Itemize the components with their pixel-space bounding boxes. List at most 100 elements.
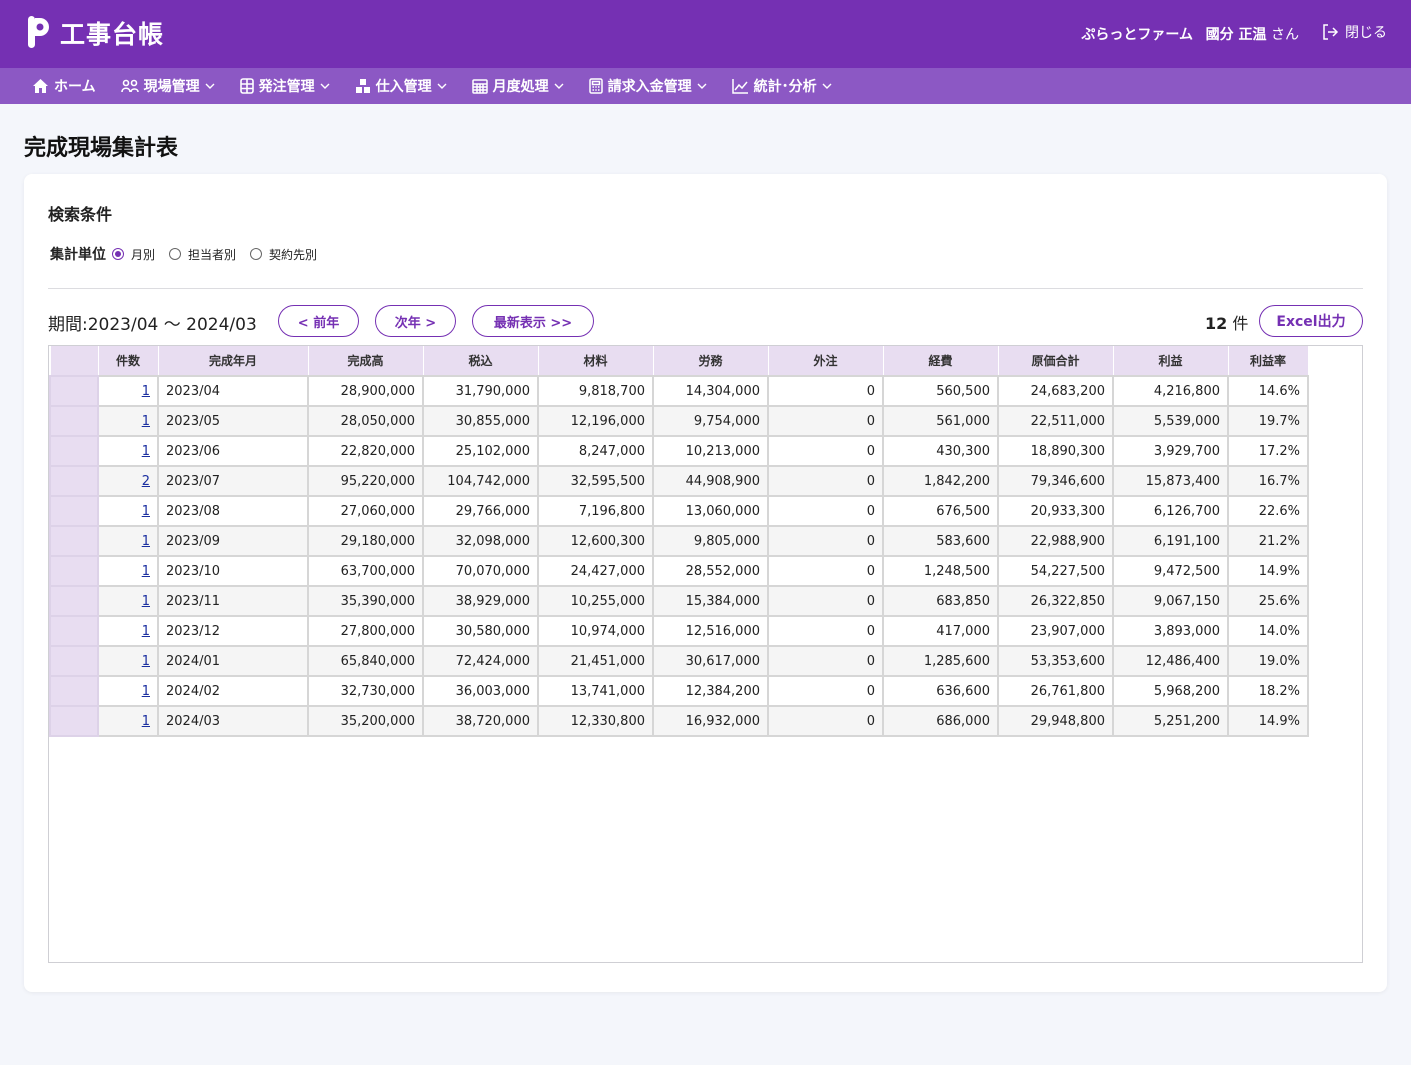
cell-completion-month: 2024/02 — [157, 675, 309, 707]
cell-total-cost: 29,948,800 — [997, 705, 1114, 737]
main-nav: ホーム 現場管理 発注管理 仕入管理 月度処理 請求入金管理 統計･分析 — [0, 68, 1411, 104]
header-completed-amount[interactable]: 完成高 — [307, 346, 424, 377]
table-row: 1 2024/01 65,840,000 72,424,000 21,451,000 30… — [49, 645, 1309, 677]
cell-materials: 12,196,000 — [537, 405, 654, 437]
row-stub-cell — [49, 405, 99, 437]
cell-materials: 32,595,500 — [537, 465, 654, 497]
page-title: 完成現場集計表 — [24, 136, 179, 161]
nav-item-site-management[interactable]: 現場管理 — [120, 76, 215, 96]
radio-by-person[interactable]: 担当者別 — [169, 246, 236, 263]
count-link[interactable]: 1 — [142, 534, 150, 549]
header-completion-month[interactable]: 完成年月 — [157, 346, 309, 377]
cell-total-cost: 20,933,300 — [997, 495, 1114, 527]
cell-expenses: 1,842,200 — [882, 465, 999, 497]
header-labor[interactable]: 労務 — [652, 346, 769, 377]
cell-labor: 9,805,000 — [652, 525, 769, 557]
header-tax-included[interactable]: 税込 — [422, 346, 539, 377]
radio-monthly[interactable]: 月別 — [112, 246, 155, 263]
cell-materials: 9,818,700 — [537, 375, 654, 407]
cell-completion-month: 2023/11 — [157, 585, 309, 617]
nav-item-home[interactable]: ホーム — [32, 76, 96, 96]
cell-expenses: 561,000 — [882, 405, 999, 437]
cell-tax-included: 31,790,000 — [422, 375, 539, 407]
count-link[interactable]: 1 — [142, 714, 150, 729]
cell-profit-rate: 14.6% — [1227, 375, 1309, 407]
count-link[interactable]: 2 — [142, 474, 150, 489]
radio-circle[interactable] — [169, 248, 182, 260]
radio-circle[interactable] — [250, 248, 263, 260]
header-profit[interactable]: 利益 — [1112, 346, 1229, 377]
cell-profit-rate: 16.7% — [1227, 465, 1309, 497]
count-link[interactable]: 1 — [142, 414, 150, 429]
nav-item-order-management[interactable]: 発注管理 — [239, 76, 330, 96]
count-link[interactable]: 1 — [142, 594, 150, 609]
header-outsourcing[interactable]: 外注 — [767, 346, 884, 377]
cell-labor: 44,908,900 — [652, 465, 769, 497]
latest-view-button[interactable]: 最新表示 >> — [472, 305, 594, 337]
cell-outsourcing: 0 — [767, 465, 884, 497]
cell-count: 1 — [97, 675, 159, 707]
header-total-cost[interactable]: 原価合計 — [997, 346, 1114, 377]
header-count[interactable]: 件数 — [97, 346, 159, 377]
cell-completion-month: 2023/04 — [157, 375, 309, 407]
count-link[interactable]: 1 — [142, 654, 150, 669]
cell-profit-rate: 22.6% — [1227, 495, 1309, 527]
table-row: 1 2024/03 35,200,000 38,720,000 12,330,800 16… — [49, 705, 1309, 737]
nav-label: 月度処理 — [492, 79, 549, 95]
results-table: 件数 完成年月 完成高 税込 材料 労務 外注 経費 原価合計 利益 利益率 1… — [49, 346, 1309, 737]
cell-expenses: 417,000 — [882, 615, 999, 647]
count-link[interactable]: 1 — [142, 684, 150, 699]
chevron-down-icon — [205, 83, 215, 89]
count-link[interactable]: 1 — [142, 384, 150, 399]
results-table-container[interactable]: 件数 完成年月 完成高 税込 材料 労務 外注 経費 原価合計 利益 利益率 1… — [48, 345, 1363, 963]
cell-expenses: 583,600 — [882, 525, 999, 557]
cell-tax-included: 30,580,000 — [422, 615, 539, 647]
cell-labor: 15,384,000 — [652, 585, 769, 617]
cell-profit: 4,216,800 — [1112, 375, 1229, 407]
cell-expenses: 686,000 — [882, 705, 999, 737]
count-link[interactable]: 1 — [142, 444, 150, 459]
count-link[interactable]: 1 — [142, 624, 150, 639]
cell-completed-amount: 22,820,000 — [307, 435, 424, 467]
cell-materials: 12,600,300 — [537, 525, 654, 557]
cell-outsourcing: 0 — [767, 675, 884, 707]
table-row: 1 2023/08 27,060,000 29,766,000 7,196,800 13,… — [49, 495, 1309, 527]
user-suffix: さん — [1271, 27, 1299, 43]
nav-label: 仕入管理 — [375, 79, 432, 95]
cell-labor: 16,932,000 — [652, 705, 769, 737]
cell-profit: 3,893,000 — [1112, 615, 1229, 647]
nav-item-purchase-management[interactable]: 仕入管理 — [355, 76, 447, 96]
company-name: ぷらっとファーム — [1081, 27, 1193, 43]
count-link[interactable]: 1 — [142, 564, 150, 579]
app-title: 工事台帳 — [60, 20, 165, 49]
cell-total-cost: 53,353,600 — [997, 645, 1114, 677]
prev-year-button[interactable]: < 前年 — [278, 305, 359, 337]
count-link[interactable]: 1 — [142, 504, 150, 519]
nav-item-billing-management[interactable]: 請求入金管理 — [588, 76, 707, 96]
radio-by-contractor[interactable]: 契約先別 — [250, 246, 317, 263]
cell-materials: 7,196,800 — [537, 495, 654, 527]
header-profit-rate[interactable]: 利益率 — [1227, 346, 1309, 377]
row-stub-cell — [49, 615, 99, 647]
cell-outsourcing: 0 — [767, 405, 884, 437]
chevron-down-icon — [554, 83, 564, 89]
next-year-button[interactable]: 次年 > — [375, 305, 456, 337]
cell-labor: 12,516,000 — [652, 615, 769, 647]
cell-completion-month: 2023/09 — [157, 525, 309, 557]
header-expenses[interactable]: 経費 — [882, 346, 999, 377]
nav-item-monthly-processing[interactable]: 月度処理 — [471, 76, 564, 96]
search-conditions-title: 検索条件 — [48, 205, 113, 224]
excel-export-button[interactable]: Excel出力 — [1259, 305, 1363, 337]
cell-total-cost: 26,322,850 — [997, 585, 1114, 617]
cell-profit: 9,472,500 — [1112, 555, 1229, 587]
nav-item-statistics-analysis[interactable]: 統計･分析 — [731, 76, 832, 96]
close-button[interactable]: 閉じる — [1321, 22, 1387, 42]
chart-icon — [731, 79, 748, 94]
cell-completed-amount: 29,180,000 — [307, 525, 424, 557]
header-materials[interactable]: 材料 — [537, 346, 654, 377]
radio-circle-selected[interactable] — [112, 248, 124, 260]
cell-tax-included: 70,070,000 — [422, 555, 539, 587]
aggregation-unit-label: 集計単位 — [50, 247, 106, 263]
cell-profit-rate: 25.6% — [1227, 585, 1309, 617]
user-info: 國分 正温 さん — [1206, 24, 1299, 44]
